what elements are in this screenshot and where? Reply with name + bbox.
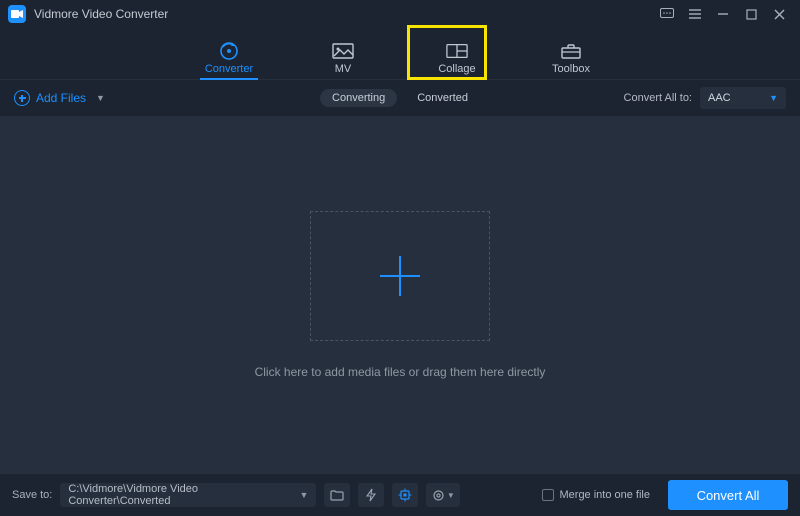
- status-tabs: Converting Converted: [320, 89, 480, 107]
- status-tab-converted[interactable]: Converted: [405, 89, 480, 107]
- collage-icon: [446, 42, 468, 60]
- plus-circle-icon: [14, 90, 30, 106]
- status-tab-converting[interactable]: Converting: [320, 89, 397, 107]
- chevron-down-icon: ▼: [769, 93, 778, 103]
- settings-button[interactable]: ▼: [426, 483, 460, 507]
- main-tabs: Converter MV Collage Toolbox: [0, 28, 800, 80]
- output-format-value: AAC: [708, 92, 731, 104]
- minimize-button[interactable]: [716, 7, 730, 21]
- sub-toolbar: Add Files ▼ Converting Converted Convert…: [0, 80, 800, 116]
- tab-label: Collage: [438, 63, 475, 75]
- chevron-down-icon: ▼: [96, 93, 105, 103]
- tab-mv[interactable]: MV: [308, 31, 378, 79]
- tab-label: Converter: [205, 63, 253, 75]
- gpu-accel-button[interactable]: [392, 483, 418, 507]
- gear-icon: [432, 489, 445, 502]
- workspace: Click here to add media files or drag th…: [0, 116, 800, 474]
- plus-icon: [380, 256, 420, 296]
- chevron-down-icon: ▼: [299, 490, 308, 500]
- drop-zone[interactable]: [310, 211, 490, 341]
- menu-icon[interactable]: [688, 7, 702, 21]
- tab-converter[interactable]: Converter: [194, 31, 264, 79]
- tab-toolbox[interactable]: Toolbox: [536, 31, 606, 79]
- bottom-bar: Save to: C:\Vidmore\Vidmore Video Conver…: [0, 474, 800, 516]
- snapshot-button[interactable]: [358, 483, 384, 507]
- close-button[interactable]: [772, 7, 786, 21]
- app-title: Vidmore Video Converter: [34, 7, 168, 21]
- add-files-label: Add Files: [36, 91, 86, 105]
- convert-all-label: Convert All: [697, 488, 760, 503]
- checkbox-icon: [542, 489, 554, 501]
- add-files-button[interactable]: Add Files ▼: [14, 90, 105, 106]
- mv-icon: [332, 42, 354, 60]
- maximize-button[interactable]: [744, 7, 758, 21]
- tab-label: MV: [335, 63, 352, 75]
- chip-icon: [398, 488, 412, 502]
- save-to-label: Save to:: [12, 489, 52, 501]
- convert-all-to: Convert All to: AAC ▼: [624, 87, 786, 109]
- converter-icon: [218, 42, 240, 60]
- window-controls: [660, 7, 792, 21]
- output-format-select[interactable]: AAC ▼: [700, 87, 786, 109]
- bolt-icon: [365, 488, 377, 502]
- drop-hint-text: Click here to add media files or drag th…: [255, 365, 546, 379]
- app-logo: [8, 5, 26, 23]
- toolbox-icon: [560, 42, 582, 60]
- chevron-down-icon: ▼: [447, 491, 455, 500]
- save-path-select[interactable]: C:\Vidmore\Vidmore Video Converter\Conve…: [60, 483, 316, 507]
- tab-label: Toolbox: [552, 63, 590, 75]
- merge-into-one-file[interactable]: Merge into one file: [542, 489, 651, 501]
- convert-all-button[interactable]: Convert All: [668, 480, 788, 510]
- feedback-icon[interactable]: [660, 7, 674, 21]
- folder-icon: [330, 489, 344, 501]
- open-folder-button[interactable]: [324, 483, 350, 507]
- convert-all-to-label: Convert All to:: [624, 92, 692, 104]
- tab-collage[interactable]: Collage: [422, 31, 492, 79]
- save-path-value: C:\Vidmore\Vidmore Video Converter\Conve…: [68, 483, 299, 507]
- title-bar: Vidmore Video Converter: [0, 0, 800, 28]
- merge-label: Merge into one file: [560, 489, 651, 501]
